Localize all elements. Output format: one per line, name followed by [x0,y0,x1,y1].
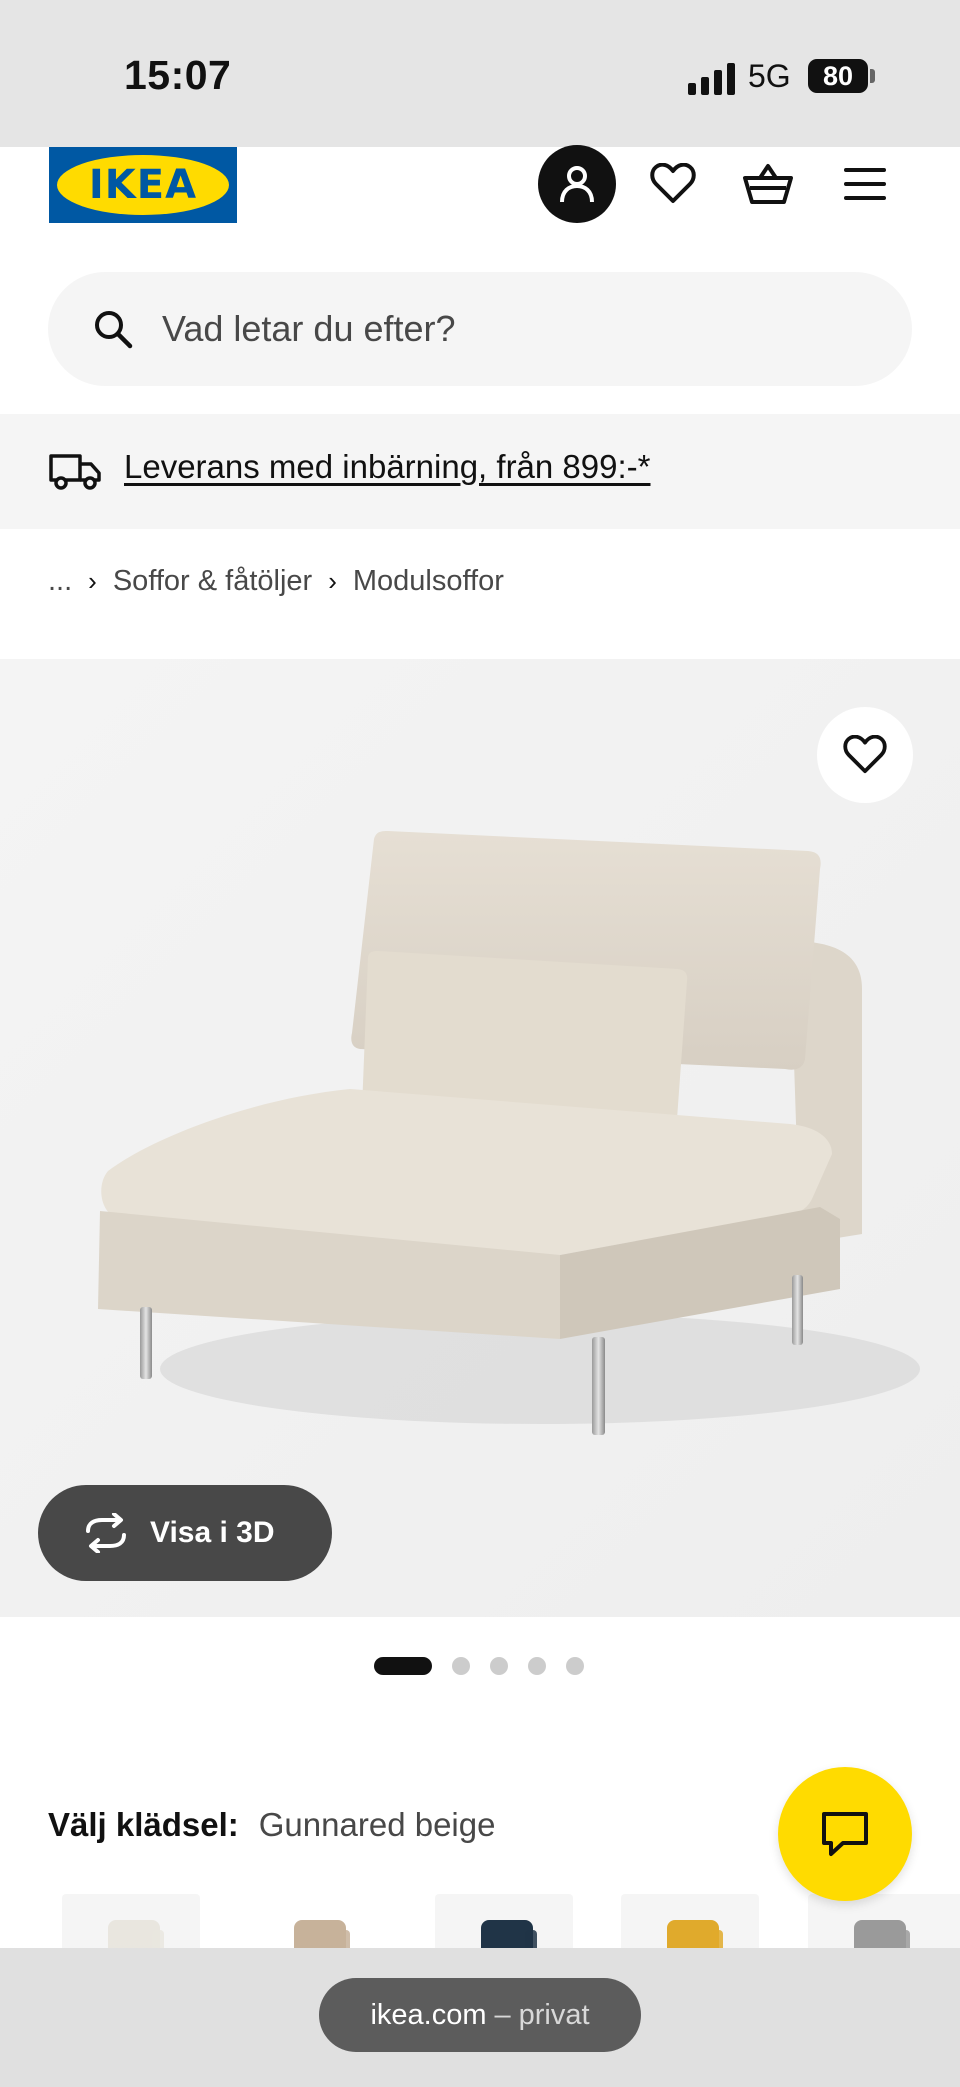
breadcrumb-separator-icon: › [328,565,337,596]
swatch-option[interactable] [435,1894,573,1954]
search-placeholder: Vad letar du efter? [162,308,456,349]
view-3d-label: Visa i 3D [150,1516,275,1549]
carousel-dot[interactable] [528,1657,546,1675]
menu-button[interactable] [826,145,904,223]
view-3d-button[interactable]: Visa i 3D [38,1485,332,1581]
url-separator: – [494,1998,511,2031]
carousel-dot[interactable] [490,1657,508,1675]
address-bar[interactable]: ikea.com – privat [319,1978,641,2052]
swatch-option[interactable] [808,1894,960,1954]
chat-icon [822,1812,868,1856]
favorites-button[interactable] [634,145,712,223]
signal-icon [688,63,736,95]
swatch-option[interactable] [621,1894,759,1954]
upholstery-selected: Gunnared beige [258,1806,496,1843]
swatch-option[interactable] [248,1894,386,1954]
logo-text: IKEA [88,162,198,208]
carousel-dot[interactable] [374,1657,432,1675]
save-favorite-button[interactable] [817,707,913,803]
network-type: 5G [748,58,791,94]
search-bar[interactable]: Vad letar du efter? [48,272,912,386]
private-mode-label: privat [518,1998,590,2031]
carousel-dot[interactable] [566,1657,584,1675]
breadcrumb-sofas[interactable]: Soffor & fåtöljer [113,565,312,598]
breadcrumb-separator-icon: › [88,565,97,596]
browser-bottom-bar: ikea.com – privat [0,1948,960,2087]
breadcrumb-modular-sofas[interactable]: Modulsoffor [353,565,504,598]
cart-button[interactable] [729,145,807,223]
truck-icon [49,454,101,490]
hamburger-icon [844,168,886,200]
chat-button[interactable] [778,1767,912,1901]
profile-button[interactable] [538,145,616,223]
user-icon [560,166,594,203]
breadcrumb-ellipsis[interactable]: ... [48,565,72,598]
ikea-logo[interactable]: IKEA [49,147,237,223]
url-domain: ikea.com [370,1998,487,2031]
swatch-option[interactable] [62,1894,200,1954]
delivery-banner[interactable]: Leverans med inbärning, från 899:-* [0,414,960,529]
upholstery-selector: Välj klädsel: Gunnared beige [48,1806,495,1844]
battery-icon: 80 [808,59,868,93]
breadcrumb: ... › Soffor & fåtöljer › Modulsoffor [48,561,504,601]
rotate-3d-icon [86,1513,126,1553]
carousel-dot[interactable] [452,1657,470,1675]
carousel-indicator [374,1656,584,1676]
product-image-carousel[interactable]: Visa i 3D [0,659,960,1617]
basket-icon [743,164,793,204]
search-icon [95,311,133,349]
battery-nub [870,69,875,83]
upholstery-label: Välj klädsel: [48,1806,239,1843]
product-image [0,659,960,1617]
heart-icon [650,163,696,203]
heart-icon [843,735,887,774]
delivery-link[interactable]: Leverans med inbärning, från 899:-* [124,448,651,486]
status-time: 15:07 [124,52,232,98]
